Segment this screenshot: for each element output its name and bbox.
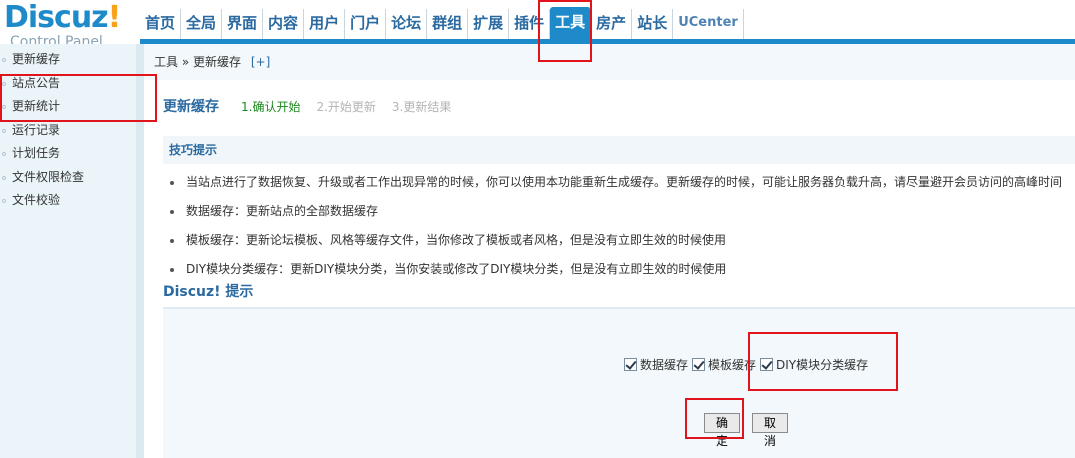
nav-item-content[interactable]: 内容 [263, 9, 305, 39]
highlight-diy-checkbox [748, 332, 898, 391]
sidebar-item-label: 运行记录 [12, 122, 61, 137]
nav-item-forum[interactable]: 论坛 [386, 9, 428, 39]
bullet-icon [170, 267, 174, 272]
sidebar-item-scheduled-tasks[interactable]: 计划任务 [0, 142, 84, 166]
bullet-icon [2, 175, 6, 180]
nav-item-style[interactable]: 界面 [222, 9, 264, 39]
bullet-icon [170, 209, 174, 214]
checkbox-checked-icon[interactable] [692, 358, 706, 371]
cancel-button[interactable]: 取消 [752, 413, 788, 448]
tip-item: 当站点进行了数据恢复、升级或者工作出现异常的时候，你可以使用本功能重新生成缓存。… [170, 173, 1062, 190]
bullet-icon [2, 152, 6, 156]
nav-item-webmaster[interactable]: 站长 [632, 9, 674, 39]
nav-item-group[interactable]: 群组 [427, 9, 469, 39]
tip-text: 数据缓存：更新站点的全部数据缓存 [186, 204, 379, 218]
step-start: 2.开始更新 [316, 100, 376, 114]
bullet-icon [2, 199, 6, 203]
breadcrumb: 工具 » 更新缓存 [+] [144, 44, 1075, 80]
step-result: 3.更新结果 [391, 100, 452, 114]
sidebar-item-file-verify[interactable]: 文件校验 [0, 189, 84, 213]
bullet-icon [170, 180, 174, 185]
tip-text: DIY模块分类缓存：更新DIY模块分类，当你安装或修改了DIY模块分类，但是没有… [186, 262, 727, 276]
breadcrumb-section[interactable]: 工具 [154, 55, 178, 69]
nav-item-global[interactable]: 全局 [181, 9, 223, 39]
nav-item-extended[interactable]: 扩展 [468, 9, 510, 39]
nav-item-ucenter[interactable]: UCenter [673, 9, 744, 39]
checkbox-checked-icon[interactable] [624, 358, 637, 371]
tip-text: 当站点进行了数据恢复、升级或者工作出现异常的时候，你可以使用本功能重新生成缓存。… [186, 175, 1063, 189]
breadcrumb-current: 更新缓存 [193, 55, 242, 69]
highlight-update-cache-item [0, 74, 157, 122]
highlight-confirm-button [685, 398, 744, 439]
step-indicator: 更新缓存 1.确认开始 2.开始更新 3.更新结果 [163, 96, 467, 116]
sidebar-item-label: 更新缓存 [12, 52, 61, 66]
checkbox-data-cache[interactable]: 数据缓存 [624, 356, 688, 373]
bullet-icon [2, 58, 6, 62]
tip-item: 模板缓存：更新论坛模板、风格等缓存文件，当你修改了模板或者风格，但是没有立即生效… [170, 231, 726, 248]
tips-heading: 技巧提示 [163, 136, 1075, 164]
bullet-icon [2, 128, 6, 133]
highlight-tools-tab [538, 0, 592, 62]
sidebar-item-file-permission-check[interactable]: 文件权限检查 [0, 166, 84, 190]
sidebar-item-update-cache[interactable]: 更新缓存 [0, 48, 84, 72]
breadcrumb-separator: » [181, 55, 190, 69]
tip-item: 数据缓存：更新站点的全部数据缓存 [170, 202, 378, 219]
step-confirm: 1.确认开始 [241, 100, 301, 114]
sidebar-item-label: 文件权限检查 [12, 169, 85, 184]
prompt-title: Discuz! 提示 [163, 284, 254, 300]
nav-item-user[interactable]: 用户 [304, 9, 346, 39]
nav-item-home[interactable]: 首页 [140, 9, 182, 39]
sidebar-item-label: 文件校验 [12, 193, 61, 207]
checkbox-template-cache[interactable]: 模板缓存 [692, 356, 756, 373]
breadcrumb-add-button[interactable]: [+] [251, 55, 270, 69]
logo-brand: Discuz! [4, 0, 121, 35]
bullet-icon [170, 238, 174, 243]
sidebar-item-label: 计划任务 [12, 146, 61, 160]
top-nav: 首页 全局 界面 内容 用户 门户 论坛 群组 扩展 插件 工具 房产 站长 U… [140, 7, 744, 39]
tip-item: DIY模块分类缓存：更新DIY模块分类，当你安装或修改了DIY模块分类，但是没有… [170, 260, 726, 277]
checkbox-label: 数据缓存 [640, 358, 689, 372]
cache-form [163, 307, 1075, 458]
nav-item-portal[interactable]: 门户 [345, 9, 387, 39]
page-title: 更新缓存 [163, 99, 219, 115]
nav-item-house[interactable]: 房产 [591, 9, 633, 39]
sidebar-menu: 更新缓存 站点公告 更新统计 运行记录 计划任务 文件权限检查 文件校验 [0, 48, 84, 213]
sidebar-item-run-log[interactable]: 运行记录 [0, 119, 84, 143]
tip-text: 模板缓存：更新论坛模板、风格等缓存文件，当你修改了模板或者风格，但是没有立即生效… [186, 233, 727, 247]
